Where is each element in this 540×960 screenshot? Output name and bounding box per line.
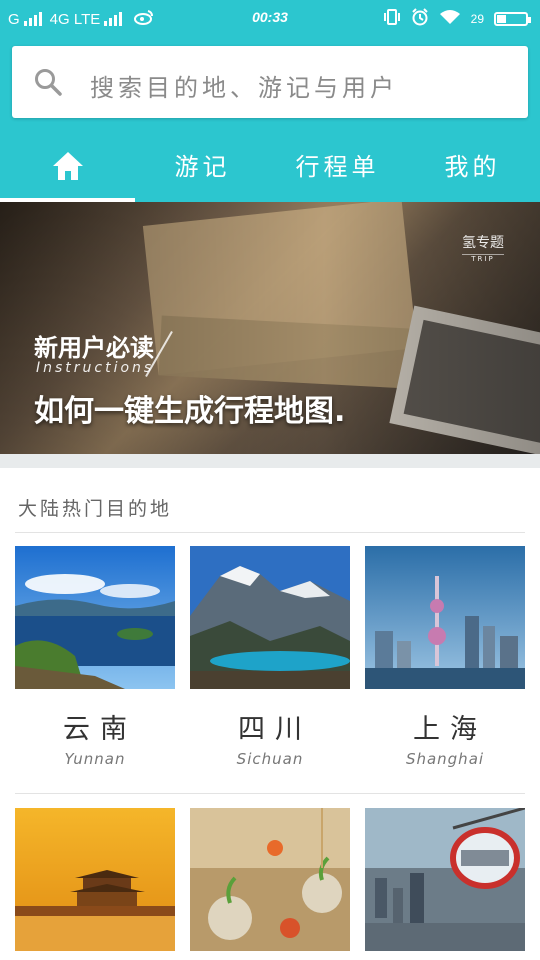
battery-icon: [494, 11, 531, 26]
ferris-wheel-image: [365, 808, 525, 951]
destination-name-en: Sichuan: [236, 750, 304, 768]
destination-card-4[interactable]: [15, 808, 175, 951]
battery-percent: 29: [470, 11, 484, 26]
banner-brand-sub: TRIP: [462, 254, 504, 263]
status-right: 29: [383, 8, 531, 29]
tab-mine[interactable]: 我的: [405, 134, 540, 202]
forbidden-city-image: [15, 808, 175, 951]
destination-name-zh: 上海: [413, 714, 487, 745]
destination-name-zh: 云南: [63, 714, 137, 745]
wifi-icon: [439, 9, 461, 28]
banner-brand-logo: 氢专题 TRIP: [462, 232, 504, 263]
yunnan-image: [15, 546, 175, 689]
section-title: 大陆热门目的地: [18, 498, 173, 520]
destination-card-shanghai[interactable]: 上海 Shanghai: [365, 546, 525, 768]
home-icon: [52, 152, 83, 180]
search-icon: [35, 69, 62, 96]
banner-kicker: 新用户必读: [34, 334, 154, 362]
tab-travelogue[interactable]: 游记: [135, 134, 270, 202]
section-separator: [0, 454, 540, 468]
destination-name-en: Shanghai: [405, 750, 485, 768]
status-bar: G 4G LTE 00:33 29: [0, 0, 540, 34]
banner-headline: 如何一键生成行程地图.: [34, 394, 346, 429]
alarm-icon: [411, 8, 429, 29]
destination-card-6[interactable]: [365, 808, 525, 951]
destination-card-5[interactable]: [190, 808, 350, 951]
sichuan-image: [190, 546, 350, 689]
destination-row-2: [15, 808, 525, 951]
divider: [15, 793, 525, 794]
search-input[interactable]: 搜索目的地、游记与用户: [12, 46, 528, 118]
banner-kicker-en: Instructions: [36, 360, 155, 376]
tab-bar: 游记 行程单 我的: [0, 134, 540, 202]
destination-card-sichuan[interactable]: 四川 Sichuan: [190, 546, 350, 768]
tab-itinerary[interactable]: 行程单: [270, 134, 405, 202]
destination-name-en: Yunnan: [64, 750, 126, 768]
promo-banner[interactable]: 新用户必读 Instructions 如何一键生成行程地图. 氢专题 TRIP: [0, 202, 540, 454]
header: 搜索目的地、游记与用户 游记 行程单 我的: [0, 34, 540, 202]
shanghai-image: [365, 546, 525, 689]
destination-grid: 云南 Yunnan 四川 Sichuan 上海 Shanghai: [15, 546, 525, 768]
vibrate-icon: [383, 9, 401, 28]
search-placeholder: 搜索目的地、游记与用户: [90, 74, 398, 102]
tab-home[interactable]: [0, 134, 135, 202]
destination-card-yunnan[interactable]: 云南 Yunnan: [15, 546, 175, 768]
divider: [15, 532, 525, 533]
bulb-plants-image: [190, 808, 350, 951]
banner-brand-name: 氢专题: [462, 235, 504, 251]
destination-name-zh: 四川: [238, 714, 312, 745]
